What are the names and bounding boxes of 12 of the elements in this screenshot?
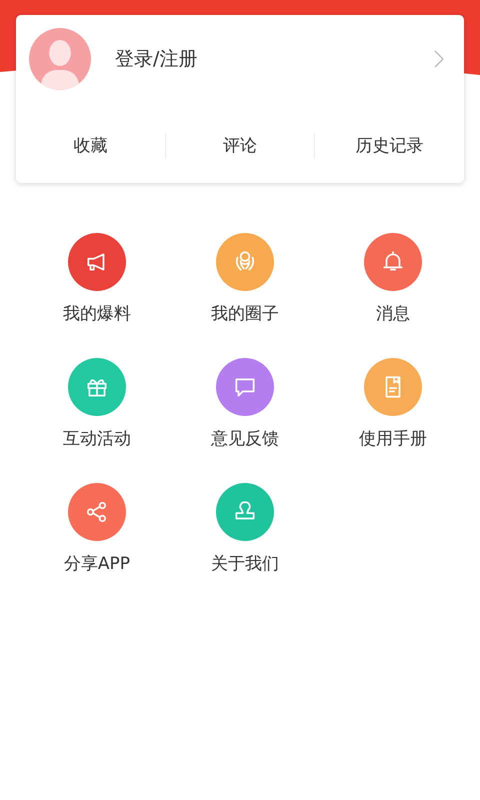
stat-tab[interactable]: 评论: [166, 130, 314, 161]
stat-tab[interactable]: 历史记录: [315, 130, 464, 161]
menu-item[interactable]: 我的圈子: [171, 233, 319, 326]
menu-item[interactable]: 分享APP: [23, 483, 171, 576]
menu-item[interactable]: 使用手册: [319, 358, 467, 451]
login-register-link[interactable]: 登录/注册: [115, 46, 434, 72]
menu-item[interactable]: 消息: [319, 233, 467, 326]
stat-tab[interactable]: 收藏: [16, 130, 165, 161]
menu-item[interactable]: 互动活动: [23, 358, 171, 451]
menu-item[interactable]: 我的爆料: [23, 233, 171, 326]
menu-item[interactable]: 关于我们: [171, 483, 319, 576]
menu-item[interactable]: 意见反馈: [171, 358, 319, 451]
